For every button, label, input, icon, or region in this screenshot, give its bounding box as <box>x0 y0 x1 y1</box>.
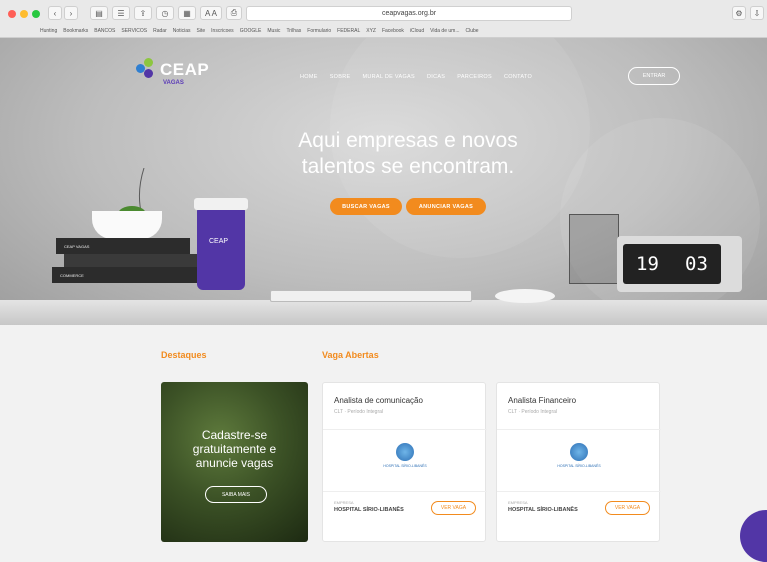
hospital-logo-icon <box>570 443 588 461</box>
maximize-window-icon[interactable] <box>32 10 40 18</box>
divider <box>323 429 487 430</box>
flip-clock-image: 19 03 <box>617 236 742 292</box>
bookmark-item[interactable]: Hunting <box>40 28 57 34</box>
hospital-logo-icon <box>396 443 414 461</box>
promo-card[interactable]: Cadastre-se gratuitamente e anuncie vaga… <box>161 382 308 542</box>
hero-headline-line1: Aqui empresas e novos <box>298 129 518 152</box>
bookmark-item[interactable]: Site <box>197 28 206 34</box>
divider <box>497 429 661 430</box>
keyboard-image <box>270 290 472 302</box>
company-key: EMPRESA <box>508 500 528 505</box>
divider <box>323 491 487 492</box>
nav-sobre[interactable]: SOBRE <box>330 74 351 80</box>
clock-minutes: 03 <box>685 253 708 275</box>
bookmark-item[interactable]: Clube <box>466 28 479 34</box>
clock-hours: 19 <box>636 253 659 275</box>
nav-parceiros[interactable]: PARCEIROS <box>457 74 492 80</box>
promo-text: Cadastre-se gratuitamente e anuncie vaga… <box>161 428 308 470</box>
book-top: CEAP VAGAS <box>56 238 190 254</box>
share-icon[interactable]: ⇪ <box>134 6 152 20</box>
forward-icon[interactable]: › <box>64 6 78 20</box>
company-logo: HOSPITAL SÍRIO-LIBANÊS <box>557 443 601 479</box>
bookmark-item[interactable]: SERVICOS <box>121 28 147 34</box>
cup-logo: CEAP <box>209 238 229 245</box>
close-window-icon[interactable] <box>8 10 16 18</box>
downloads-icon[interactable]: ⇩ <box>750 6 764 20</box>
hero-headline-line2: talentos se encontram. <box>301 155 515 178</box>
bookmark-item[interactable]: Facebook <box>382 28 404 34</box>
nav-dicas[interactable]: DICAS <box>427 74 445 80</box>
bookmark-item[interactable]: Noticias <box>173 28 191 34</box>
url-text: ceapvagas.org.br <box>381 10 437 17</box>
plant-pot-image <box>92 211 162 239</box>
company-logo-label: HOSPITAL SÍRIO-LIBANÊS <box>383 464 427 468</box>
bookmark-item[interactable]: XYZ <box>366 28 376 34</box>
print-icon[interactable]: ⎙ <box>226 6 242 20</box>
job-meta: CLT · Período Integral <box>508 409 558 415</box>
coffee-cup-image: CEAP <box>194 198 248 290</box>
main-nav: HOME SOBRE MURAL DE VAGAS DICAS PARCEIRO… <box>300 74 532 80</box>
bookmark-item[interactable]: GOOGLE <box>240 28 262 34</box>
job-meta: CLT · Período Integral <box>334 409 384 415</box>
tabs-icon[interactable]: ☰ <box>112 6 130 20</box>
buscar-vagas-button[interactable]: BUSCAR VAGAS <box>330 198 402 215</box>
bookmark-item[interactable]: Bookmarks <box>63 28 88 34</box>
promo-line1: Cadastre-se <box>201 428 268 442</box>
bookmark-item[interactable]: Formulario <box>307 28 331 34</box>
divider <box>497 491 661 492</box>
bookmark-item[interactable]: Radar <box>153 28 167 34</box>
job-title[interactable]: Analista de comunicação <box>334 396 423 405</box>
reader-icon[interactable]: ▦ <box>178 6 196 20</box>
logo-name: CEAP <box>160 60 210 79</box>
bookmark-item[interactable]: Vida de um... <box>430 28 459 34</box>
company-name: HOSPITAL SÍRIO-LIBANÊS <box>334 507 404 513</box>
back-icon[interactable]: ‹ <box>48 6 62 20</box>
saiba-mais-button[interactable]: SAIBA MAIS <box>205 486 267 503</box>
history-icon[interactable]: ◷ <box>156 6 174 20</box>
sidebar-icon[interactable]: ▤ <box>90 6 108 20</box>
company-logo-label: HOSPITAL SÍRIO-LIBANÊS <box>557 464 601 468</box>
company-name: HOSPITAL SÍRIO-LIBANÊS <box>508 507 578 513</box>
minimize-window-icon[interactable] <box>20 10 28 18</box>
job-card[interactable]: Analista Financeiro CLT · Período Integr… <box>496 382 661 542</box>
nav-mural-de-vagas[interactable]: MURAL DE VAGAS <box>362 74 415 80</box>
browser-toolbar: ‹ › ▤ ☰ ⇪ ◷ ▦ A A ⎙ ceapvagas.org.br ⚙ ⇩… <box>0 0 767 38</box>
mouse-image <box>495 289 555 303</box>
logo-mark-icon <box>136 58 158 80</box>
company-logo: HOSPITAL SÍRIO-LIBANÊS <box>383 443 427 479</box>
destaques-title: Destaques <box>161 350 207 360</box>
bookmark-item[interactable]: BANCOS <box>94 28 115 34</box>
job-title[interactable]: Analista Financeiro <box>508 396 576 405</box>
hero-banner: CEAP VAGAS HOME SOBRE MURAL DE VAGAS DIC… <box>0 38 767 325</box>
site-logo[interactable]: CEAP VAGAS <box>136 58 210 86</box>
bookmarks-bar: Hunting Bookmarks BANCOS SERVICOS Radar Notic… <box>0 24 767 37</box>
promo-line3: anuncie vagas <box>195 456 274 470</box>
promo-line2: gratuitamente e <box>192 442 277 456</box>
vagas-abertas-title: Vaga Abertas <box>322 350 379 360</box>
bookmark-item[interactable]: iCloud <box>410 28 424 34</box>
book-middle <box>64 254 204 267</box>
nav-home[interactable]: HOME <box>300 74 318 80</box>
ver-vaga-button[interactable]: VER VAGA <box>431 501 476 515</box>
pencil-holder-image <box>569 214 619 284</box>
settings-icon[interactable]: ⚙ <box>732 6 746 20</box>
bookmark-item[interactable]: Inscricoes <box>211 28 234 34</box>
nav-contato[interactable]: CONTATO <box>504 74 532 80</box>
bookmark-item[interactable]: Music <box>267 28 280 34</box>
company-key: EMPRESA <box>334 500 354 505</box>
desk-surface <box>0 300 767 325</box>
bookmark-item[interactable]: Trilhas <box>286 28 301 34</box>
login-button[interactable]: ENTRAR <box>628 67 680 85</box>
hero-headline: Aqui empresas e novos talentos se encont… <box>200 128 616 180</box>
job-card[interactable]: Analista de comunicação CLT · Período In… <box>322 382 487 542</box>
logo-subtitle: VAGAS <box>163 80 184 86</box>
chat-widget-button[interactable] <box>740 510 767 562</box>
font-size-icon[interactable]: A A <box>200 6 222 20</box>
bookmark-item[interactable]: FEDERAL <box>337 28 360 34</box>
address-bar[interactable]: ceapvagas.org.br <box>246 6 572 21</box>
book-bottom: COMMERCE <box>52 267 202 283</box>
ver-vaga-button[interactable]: VER VAGA <box>605 501 650 515</box>
anunciar-vagas-button[interactable]: ANUNCIAR VAGAS <box>406 198 486 215</box>
